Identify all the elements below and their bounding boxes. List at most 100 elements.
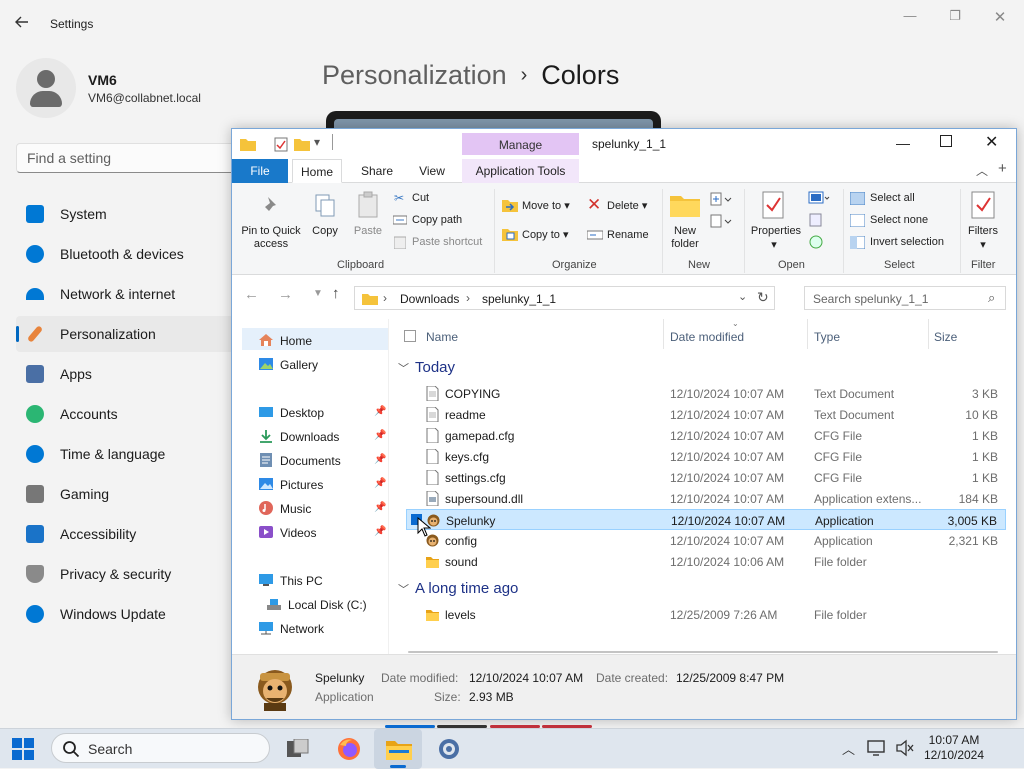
file-row[interactable]: levels 12/25/2009 7:26 AM File folder bbox=[406, 604, 1006, 625]
cut-button[interactable]: Cut bbox=[412, 192, 429, 205]
sidebar-item-accessibility[interactable]: Accessibility bbox=[16, 516, 246, 552]
column-header-name[interactable]: Name bbox=[426, 330, 458, 344]
copy-path-button[interactable]: Copy path bbox=[412, 214, 462, 227]
up-folder-icon[interactable]: ↑ bbox=[332, 285, 340, 302]
new-folder-qat-icon[interactable] bbox=[294, 137, 310, 151]
column-divider[interactable] bbox=[663, 319, 664, 349]
file-row[interactable]: readme 12/10/2024 10:07 AM Text Document 10… bbox=[406, 404, 1006, 425]
sidebar-item-accounts[interactable]: Accounts bbox=[16, 396, 246, 432]
file-row[interactable]: COPYING 12/10/2024 10:07 AM Text Document 3… bbox=[406, 383, 1006, 404]
select-none-button[interactable]: Select none bbox=[870, 214, 928, 227]
search-input[interactable]: Search spelunky_1_1 ⌕ bbox=[804, 286, 1006, 310]
column-header-size[interactable]: Size bbox=[934, 330, 957, 344]
move-to-button[interactable]: Move to ▾ bbox=[522, 200, 570, 213]
file-row[interactable]: config 12/10/2024 10:07 AM Application 2,32… bbox=[406, 530, 1006, 551]
rename-button[interactable]: Rename bbox=[607, 229, 649, 242]
new-item-icon[interactable] bbox=[710, 191, 732, 207]
find-setting-input[interactable]: Find a setting bbox=[16, 143, 246, 173]
sidebar-item-time-language[interactable]: Time & language bbox=[16, 436, 246, 472]
show-hidden-icons-chevron[interactable]: ︿ bbox=[842, 739, 855, 758]
column-header-date[interactable]: Date modified bbox=[670, 330, 744, 344]
taskbar-file-explorer[interactable] bbox=[374, 729, 422, 769]
open-icon[interactable] bbox=[808, 191, 830, 205]
back-arrow-icon[interactable] bbox=[14, 14, 34, 34]
tab-home[interactable]: Home bbox=[292, 159, 342, 183]
volume-muted-icon[interactable] bbox=[895, 739, 915, 757]
sidebar-item-windows-update[interactable]: Windows Update bbox=[16, 596, 246, 632]
horizontal-scrollbar[interactable] bbox=[408, 651, 998, 653]
group-long-ago[interactable]: ﹀ A long time ago bbox=[398, 580, 518, 597]
copy-to-button[interactable]: Copy to ▾ bbox=[522, 229, 569, 242]
network-status-icon[interactable] bbox=[867, 739, 887, 757]
paste-shortcut-button[interactable]: Paste shortcut bbox=[412, 236, 482, 249]
address-segment-current[interactable]: spelunky_1_1 bbox=[482, 292, 556, 306]
copy-button[interactable]: Copy bbox=[308, 225, 342, 238]
file-row[interactable]: settings.cfg 12/10/2024 10:07 AM CFG File 1… bbox=[406, 467, 1006, 488]
column-header-type[interactable]: Type bbox=[814, 330, 840, 344]
address-dropdown-icon[interactable]: ⌄ bbox=[738, 290, 747, 303]
recent-locations-icon[interactable]: ▼ bbox=[313, 288, 323, 299]
explorer-maximize-icon[interactable] bbox=[940, 135, 952, 147]
file-row[interactable]: supersound.dll 12/10/2024 10:07 AM Applica… bbox=[406, 488, 1006, 509]
invert-selection-button[interactable]: Invert selection bbox=[870, 236, 944, 249]
this-pc-icon bbox=[259, 574, 273, 586]
sidebar-item-personalization[interactable]: Personalization bbox=[16, 316, 246, 352]
pin-to-quick-access-button[interactable]: Pin to Quick access bbox=[236, 225, 306, 251]
select-all-button[interactable]: Select all bbox=[870, 192, 915, 205]
tab-file[interactable]: File bbox=[232, 159, 288, 183]
column-divider[interactable] bbox=[928, 319, 929, 349]
collapse-ribbon-icon[interactable]: ︿ bbox=[976, 162, 988, 179]
delete-button[interactable]: Delete ▾ bbox=[607, 200, 647, 213]
group-today[interactable]: ﹀ Today bbox=[398, 359, 455, 376]
select-all-checkbox[interactable] bbox=[404, 330, 416, 342]
maximize-icon[interactable]: ❐ bbox=[945, 8, 965, 24]
easy-access-icon[interactable] bbox=[710, 213, 732, 229]
file-row[interactable]: sound 12/10/2024 10:06 AM File folder bbox=[406, 551, 1006, 572]
task-view-icon[interactable] bbox=[286, 739, 310, 759]
manage-context-tab[interactable]: Manage bbox=[462, 133, 579, 155]
sidebar-item-network-internet[interactable]: Network & internet bbox=[16, 276, 246, 312]
vertical-scrollbar[interactable] bbox=[1016, 275, 1018, 355]
file-row[interactable]: gamepad.cfg 12/10/2024 10:07 AM CFG File 1 … bbox=[406, 425, 1006, 446]
user-avatar[interactable] bbox=[16, 58, 76, 118]
column-divider[interactable] bbox=[807, 319, 808, 349]
sidebar-item-bluetooth-devices[interactable]: Bluetooth & devices bbox=[16, 236, 246, 272]
properties-dropdown-icon[interactable]: ▾ bbox=[769, 239, 779, 252]
properties-button[interactable]: Properties bbox=[748, 225, 804, 238]
tab-share[interactable]: Share bbox=[352, 159, 402, 183]
address-chevron-icon[interactable]: › bbox=[466, 291, 470, 305]
close-icon[interactable]: ✕ bbox=[990, 8, 1010, 26]
sidebar-item-system[interactable]: System bbox=[16, 196, 246, 232]
explorer-close-icon[interactable]: ✕ bbox=[985, 132, 998, 152]
new-folder-button[interactable]: New folder bbox=[664, 225, 706, 251]
settings-gear-icon[interactable] bbox=[437, 737, 461, 761]
windows-start-icon[interactable] bbox=[12, 738, 34, 760]
filters-button[interactable]: Filters bbox=[962, 225, 1004, 238]
tab-view[interactable]: View bbox=[407, 159, 457, 183]
forward-nav-icon[interactable]: → bbox=[278, 286, 293, 303]
properties-check-icon[interactable] bbox=[274, 137, 288, 152]
sidebar-item-apps[interactable]: Apps bbox=[16, 356, 246, 392]
minimize-icon[interactable]: — bbox=[900, 8, 920, 23]
explorer-minimize-icon[interactable]: — bbox=[896, 135, 910, 151]
file-row[interactable]: Spelunky 12/10/2024 10:07 AM Application 3,… bbox=[406, 509, 1006, 530]
address-bar[interactable]: › Downloads › spelunky_1_1 ⌄ ↻ bbox=[354, 286, 775, 310]
paste-button[interactable]: Paste bbox=[350, 225, 386, 238]
back-nav-icon[interactable]: ← bbox=[244, 286, 259, 303]
address-segment-downloads[interactable]: Downloads bbox=[400, 292, 459, 306]
help-plus-icon[interactable]: + bbox=[998, 160, 1007, 177]
sidebar-item-privacy-security[interactable]: Privacy & security bbox=[16, 556, 246, 592]
sidebar-item-gaming[interactable]: Gaming bbox=[16, 476, 246, 512]
address-chevron-icon[interactable]: › bbox=[383, 291, 387, 305]
taskbar-clock[interactable]: 10:07 AM 12/10/2024 bbox=[920, 733, 988, 763]
filters-dropdown-icon[interactable]: ▾ bbox=[978, 239, 988, 252]
taskbar-search-box[interactable]: Search bbox=[51, 733, 270, 763]
edit-icon[interactable] bbox=[809, 213, 823, 227]
refresh-icon[interactable]: ↻ bbox=[757, 289, 769, 306]
firefox-icon[interactable] bbox=[337, 737, 361, 761]
history-icon[interactable] bbox=[809, 235, 823, 249]
breadcrumb-parent[interactable]: Personalization bbox=[322, 60, 507, 90]
tab-application-tools[interactable]: Application Tools bbox=[462, 159, 579, 183]
qat-dropdown-icon[interactable]: ▾ bbox=[314, 135, 320, 149]
file-row[interactable]: keys.cfg 12/10/2024 10:07 AM CFG File 1 KB bbox=[406, 446, 1006, 467]
